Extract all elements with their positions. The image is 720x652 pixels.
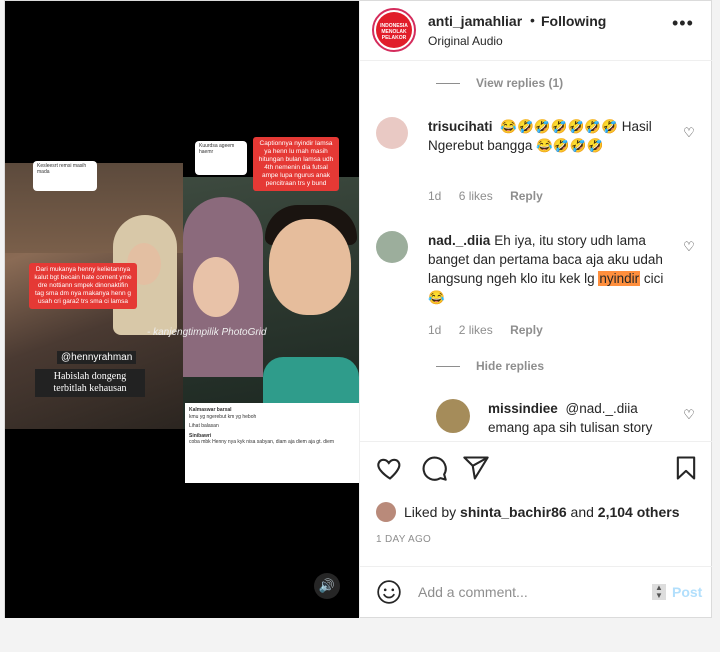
- caption-note-right: Captionnya nyindir lamsa ya henn lu mah …: [253, 137, 339, 191]
- like-comment-heart-icon[interactable]: ♡: [682, 239, 696, 254]
- shot-user: Sinibawri: [189, 432, 212, 439]
- story-bubble-right: Kuurdsa ageem haemr: [195, 141, 247, 175]
- separator-dot: •: [530, 12, 535, 28]
- like-comment-heart-icon[interactable]: ♡: [682, 125, 696, 140]
- comment-body: missindiee @nad._.diia emang apa sih tul…: [488, 399, 668, 437]
- avatar[interactable]: [436, 399, 470, 433]
- reply-button[interactable]: Reply: [510, 189, 543, 203]
- audio-link[interactable]: Original Audio: [428, 34, 503, 48]
- sound-toggle-button[interactable]: 🔊: [314, 573, 340, 599]
- post-media[interactable]: Kesleesrt remsi masih mada Kuurdsa ageem…: [5, 1, 359, 618]
- photo-right: [183, 177, 359, 429]
- following-button[interactable]: Following: [541, 13, 606, 29]
- more-options-icon[interactable]: •••: [672, 13, 694, 34]
- comment-item: trisucihati 😂🤣🤣🤣🤣🤣🤣 Hasil Ngerebut bangg…: [376, 117, 696, 207]
- handle-tag: @hennyrahman: [57, 351, 137, 364]
- post-header: INDONESIA MENOLAK PELAKOR anti_jamahliar…: [360, 1, 712, 61]
- view-replies-button[interactable]: View replies (1): [436, 76, 563, 90]
- author-username[interactable]: anti_jamahliar: [428, 13, 522, 29]
- hide-replies-button[interactable]: Hide replies: [436, 359, 544, 373]
- speaker-icon: 🔊: [318, 578, 336, 593]
- comment-meta: 1d 6 likes Reply: [428, 189, 557, 203]
- post-comment-button[interactable]: Post: [672, 584, 702, 600]
- comment-time: 1d: [428, 323, 442, 337]
- shot-user: Lihat balasan: [189, 423, 219, 429]
- liked-and: and: [570, 504, 594, 520]
- post-modal: Kesleesrt remsi masih mada Kuurdsa ageem…: [4, 0, 712, 618]
- caption-note-left: Dari mukanya henny kelietannya kalut bgt…: [29, 263, 137, 309]
- media-collage: Kesleesrt remsi masih mada Kuurdsa ageem…: [5, 137, 359, 483]
- reply-button[interactable]: Reply: [510, 323, 543, 337]
- comment-username[interactable]: missindiee: [488, 401, 558, 416]
- comment-likes[interactable]: 2 likes: [459, 323, 493, 337]
- likes-others-link[interactable]: 2,104 others: [598, 504, 680, 520]
- comment-item: nad._.diia Eh iya, itu story udh lama ban…: [376, 231, 696, 341]
- reply-item: missindiee @nad._.diia emang apa sih tul…: [436, 399, 696, 441]
- view-replies-label: View replies (1): [476, 76, 564, 90]
- avatar[interactable]: [376, 231, 408, 263]
- post-date: 1 DAY AGO: [376, 534, 432, 545]
- comment-input[interactable]: [418, 582, 638, 602]
- comments-list[interactable]: View replies (1) trisucihati 😂🤣🤣🤣🤣🤣🤣 Has…: [360, 61, 712, 441]
- divider-line: [436, 365, 460, 367]
- caption-tag: Habislah dongeng terbitlah kehausan: [35, 369, 145, 397]
- likes-summary: Liked by shinta_bachir86 and 2,104 other…: [376, 502, 680, 522]
- watermark: - kanjengtimpilik PhotoGrid: [147, 327, 267, 338]
- emoji-icon[interactable]: [376, 579, 402, 605]
- author-avatar[interactable]: INDONESIA MENOLAK PELAKOR: [372, 8, 416, 52]
- comment-username[interactable]: nad._.diia: [428, 233, 490, 248]
- liker-username[interactable]: shinta_bachir86: [460, 504, 567, 520]
- comment-icon[interactable]: [420, 454, 448, 482]
- post-details-panel: INDONESIA MENOLAK PELAKOR anti_jamahliar…: [359, 1, 712, 618]
- add-comment-bar: ▲▼ Post: [360, 566, 712, 618]
- shot-text: kmu yg ngerebut km yg heboh: [189, 413, 257, 420]
- story-bubble-left: Kesleesrt remsi masih mada: [33, 161, 97, 191]
- scroll-arrows-icon[interactable]: ▲ ▼: [652, 584, 666, 600]
- comment-body: nad._.diia Eh iya, itu story udh lama ban…: [428, 231, 668, 307]
- comment-likes[interactable]: 6 likes: [459, 189, 493, 203]
- avatar-text: INDONESIA MENOLAK PELAKOR: [376, 12, 412, 48]
- save-bookmark-icon[interactable]: [672, 454, 700, 482]
- shot-text: coba mbk Henny nya kyk nisa sabyan, diam…: [189, 439, 335, 445]
- liked-by-prefix: Liked by: [404, 504, 457, 520]
- highlighted-text: nyindir: [598, 271, 641, 286]
- comment-meta: 1d 2 likes Reply: [428, 323, 557, 337]
- avatar[interactable]: [376, 117, 408, 149]
- comment-body: trisucihati 😂🤣🤣🤣🤣🤣🤣 Hasil Ngerebut bangg…: [428, 117, 668, 155]
- comment-time: 1d: [428, 189, 442, 203]
- like-heart-icon[interactable]: [376, 454, 404, 482]
- hide-replies-label: Hide replies: [476, 359, 545, 373]
- comment-screenshot: Kalmaswar barxal kmu yg ngerebut km yg he…: [185, 403, 359, 483]
- liker-avatar[interactable]: [376, 502, 396, 522]
- shot-user: Kalmaswar barxal: [189, 407, 232, 413]
- share-icon[interactable]: [462, 454, 490, 482]
- like-comment-heart-icon[interactable]: ♡: [682, 407, 696, 422]
- divider-line: [436, 82, 460, 84]
- comment-username[interactable]: trisucihati: [428, 119, 493, 134]
